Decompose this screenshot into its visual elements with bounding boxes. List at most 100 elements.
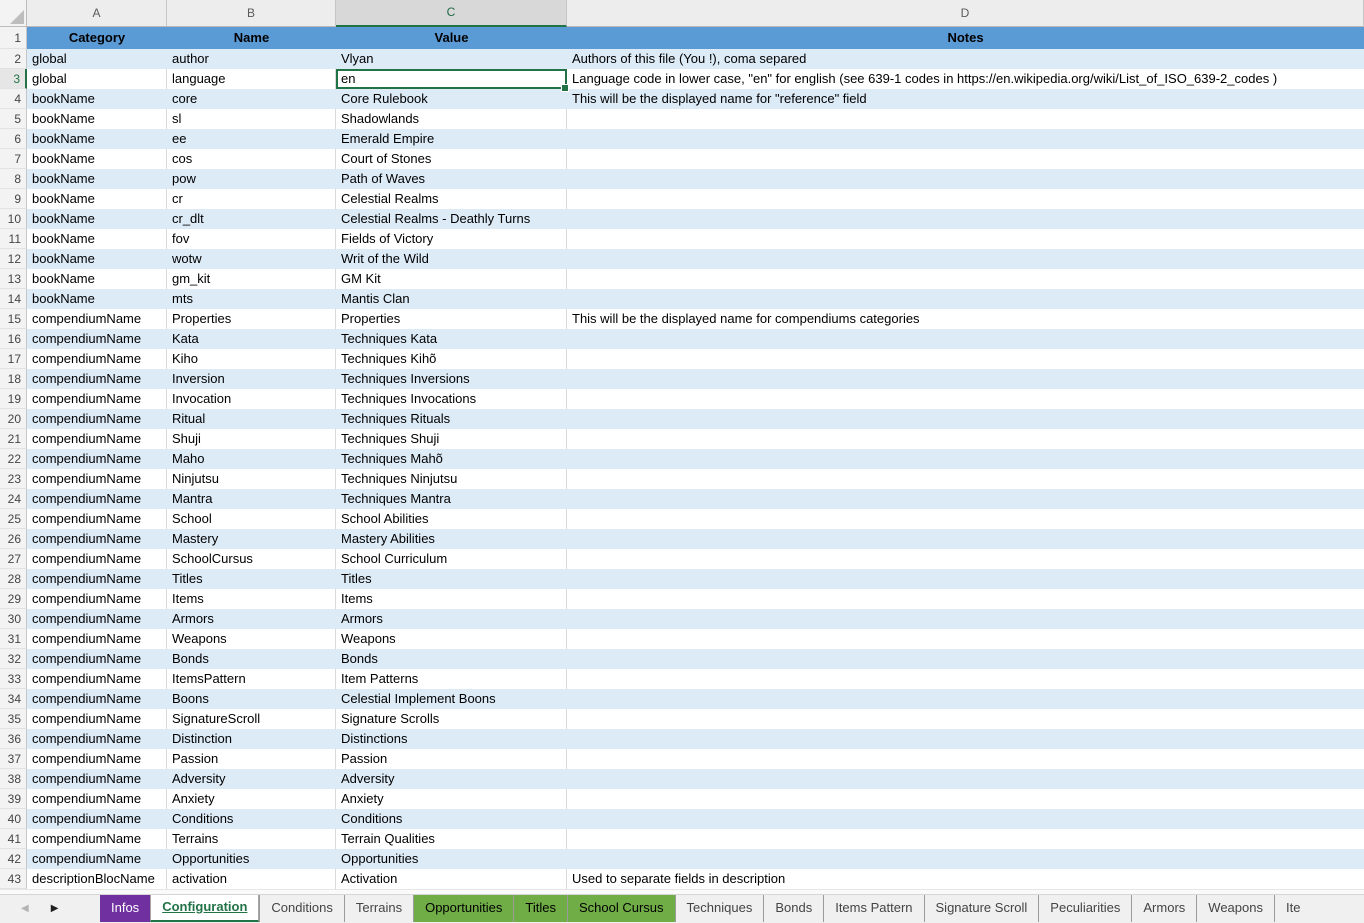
cell-notes[interactable]: [567, 749, 1364, 769]
cell-category[interactable]: compendiumName: [27, 509, 167, 529]
cell-name[interactable]: Maho: [167, 449, 336, 469]
row-header-9[interactable]: 9: [0, 189, 27, 209]
cell-name[interactable]: Mastery: [167, 529, 336, 549]
row-header-8[interactable]: 8: [0, 169, 27, 189]
cell-name[interactable]: SchoolCursus: [167, 549, 336, 569]
sheet-tab-opportunities[interactable]: Opportunities: [413, 895, 513, 922]
row-header-29[interactable]: 29: [0, 589, 27, 609]
cell-name[interactable]: core: [167, 89, 336, 109]
cell-notes[interactable]: [567, 549, 1364, 569]
sheet-tab-armors[interactable]: Armors: [1131, 895, 1196, 922]
cell-notes[interactable]: [567, 409, 1364, 429]
row-header-2[interactable]: 2: [0, 49, 27, 69]
cell-notes[interactable]: [567, 489, 1364, 509]
row-header-40[interactable]: 40: [0, 809, 27, 829]
column-header-b[interactable]: B: [167, 0, 336, 27]
row-header-6[interactable]: 6: [0, 129, 27, 149]
row-header-35[interactable]: 35: [0, 709, 27, 729]
cell-name[interactable]: Invocation: [167, 389, 336, 409]
row-header-43[interactable]: 43: [0, 869, 27, 889]
cell-name[interactable]: ee: [167, 129, 336, 149]
cell-category[interactable]: compendiumName: [27, 349, 167, 369]
cell-value[interactable]: Techniques Mahõ: [336, 449, 567, 469]
cell-notes[interactable]: [567, 669, 1364, 689]
cell-name[interactable]: Ritual: [167, 409, 336, 429]
cell-name[interactable]: mts: [167, 289, 336, 309]
cell-name[interactable]: ItemsPattern: [167, 669, 336, 689]
cell-notes[interactable]: [567, 709, 1364, 729]
row-header-14[interactable]: 14: [0, 289, 27, 309]
cell-notes[interactable]: This will be the displayed name for comp…: [567, 309, 1364, 329]
cell-category[interactable]: bookName: [27, 149, 167, 169]
cell-notes[interactable]: This will be the displayed name for "ref…: [567, 89, 1364, 109]
cell-value[interactable]: Path of Waves: [336, 169, 567, 189]
cell-category[interactable]: compendiumName: [27, 569, 167, 589]
cell-value[interactable]: Adversity: [336, 769, 567, 789]
next-sheet-arrow-icon[interactable]: ▶: [51, 904, 59, 914]
cell-category[interactable]: compendiumName: [27, 489, 167, 509]
cell-value[interactable]: Terrain Qualities: [336, 829, 567, 849]
row-header-34[interactable]: 34: [0, 689, 27, 709]
fill-handle[interactable]: [561, 84, 569, 92]
cell-value[interactable]: Mastery Abilities: [336, 529, 567, 549]
cell-value[interactable]: Shadowlands: [336, 109, 567, 129]
cell-name[interactable]: Anxiety: [167, 789, 336, 809]
row-header-39[interactable]: 39: [0, 789, 27, 809]
cell-value[interactable]: Passion: [336, 749, 567, 769]
cell-category[interactable]: descriptionBlocName: [27, 869, 167, 889]
sheet-tab-weapons[interactable]: Weapons: [1196, 895, 1274, 922]
cell-category[interactable]: compendiumName: [27, 669, 167, 689]
row-header-26[interactable]: 26: [0, 529, 27, 549]
cell-name[interactable]: Inversion: [167, 369, 336, 389]
select-all-button[interactable]: [0, 0, 27, 27]
cell-notes[interactable]: [567, 769, 1364, 789]
cell-notes[interactable]: [567, 209, 1364, 229]
cell-value[interactable]: Celestial Realms - Deathly Turns: [336, 209, 567, 229]
cell-notes[interactable]: Used to separate fields in description: [567, 869, 1364, 889]
cell-name[interactable]: Boons: [167, 689, 336, 709]
cell-category[interactable]: compendiumName: [27, 829, 167, 849]
cell-notes[interactable]: [567, 609, 1364, 629]
column-header-a[interactable]: A: [27, 0, 167, 27]
sheet-tab-titles[interactable]: Titles: [513, 895, 567, 922]
row-header-28[interactable]: 28: [0, 569, 27, 589]
cell-name[interactable]: cos: [167, 149, 336, 169]
cell-notes[interactable]: [567, 649, 1364, 669]
cell-category[interactable]: compendiumName: [27, 329, 167, 349]
row-header-31[interactable]: 31: [0, 629, 27, 649]
row-header-41[interactable]: 41: [0, 829, 27, 849]
cell-notes[interactable]: [567, 109, 1364, 129]
cell-notes[interactable]: [567, 529, 1364, 549]
cell-category[interactable]: compendiumName: [27, 629, 167, 649]
cell-category[interactable]: compendiumName: [27, 369, 167, 389]
cell-notes[interactable]: [567, 569, 1364, 589]
cell-name[interactable]: School: [167, 509, 336, 529]
cell-notes[interactable]: [567, 469, 1364, 489]
cell-category[interactable]: bookName: [27, 229, 167, 249]
cell-name[interactable]: activation: [167, 869, 336, 889]
cell-name[interactable]: SignatureScroll: [167, 709, 336, 729]
cell-value[interactable]: Techniques Shuji: [336, 429, 567, 449]
cell-value[interactable]: Techniques Rituals: [336, 409, 567, 429]
cell-value[interactable]: Weapons: [336, 629, 567, 649]
cell-value[interactable]: Properties: [336, 309, 567, 329]
sheet-tab-conditions[interactable]: Conditions: [259, 895, 343, 922]
cell-category[interactable]: global: [27, 49, 167, 69]
sheet-tab-bonds[interactable]: Bonds: [763, 895, 823, 922]
row-header-17[interactable]: 17: [0, 349, 27, 369]
row-header-18[interactable]: 18: [0, 369, 27, 389]
cell-category[interactable]: compendiumName: [27, 749, 167, 769]
row-header-30[interactable]: 30: [0, 609, 27, 629]
cell-name[interactable]: sl: [167, 109, 336, 129]
cell-value[interactable]: Bonds: [336, 649, 567, 669]
cell-name[interactable]: Properties: [167, 309, 336, 329]
row-header-16[interactable]: 16: [0, 329, 27, 349]
cell-notes[interactable]: Language code in lower case, "en" for en…: [567, 69, 1364, 89]
cell-category[interactable]: compendiumName: [27, 409, 167, 429]
cell-value[interactable]: Opportunities: [336, 849, 567, 869]
cell-notes[interactable]: [567, 169, 1364, 189]
row-header-27[interactable]: 27: [0, 549, 27, 569]
cell-name[interactable]: Terrains: [167, 829, 336, 849]
cell-category[interactable]: compendiumName: [27, 429, 167, 449]
cell-name[interactable]: Mantra: [167, 489, 336, 509]
